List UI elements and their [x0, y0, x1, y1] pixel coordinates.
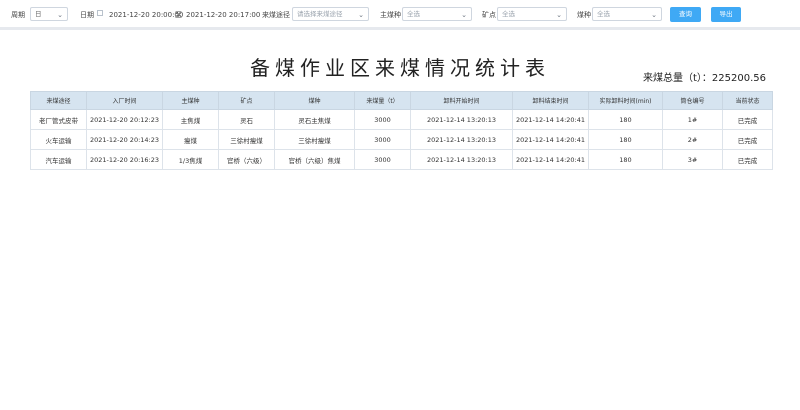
chevron-down-icon: ⌄: [57, 11, 63, 19]
type-value: 全选: [597, 10, 610, 18]
table-cell: 官桥（六级）: [218, 149, 275, 170]
col-header[interactable]: 当前状态: [722, 91, 773, 110]
table-cell: 3000: [354, 129, 411, 150]
mine-value: 全选: [502, 10, 515, 18]
coal-select[interactable]: 全选 ⌄: [402, 7, 472, 21]
route-placeholder: 请选择来煤途径: [297, 10, 343, 18]
period-label: 周期: [11, 11, 25, 19]
table-cell: 2021-12-20 20:14:23: [86, 129, 163, 150]
col-header[interactable]: 主煤种: [162, 91, 219, 110]
query-button[interactable]: 查询: [670, 7, 701, 22]
table-cell: 2021-12-14 14:20:41: [512, 149, 589, 170]
table-cell: 180: [588, 109, 663, 130]
table-cell: 老厂管式皮带: [30, 109, 87, 130]
table-cell: 2021-12-14 13:20:13: [410, 129, 513, 150]
table-row[interactable]: 火车运输 2021-12-20 20:14:23 瘦煤 三徐村瘦煤 三徐村瘦煤 …: [30, 129, 773, 150]
coal-value: 全选: [407, 10, 420, 18]
table-cell: 官桥（六级）焦煤: [274, 149, 355, 170]
route-label: 来煤途径: [262, 11, 290, 19]
table-cell: 2#: [662, 129, 723, 150]
route-select[interactable]: 请选择来煤途径 ⌄: [292, 7, 369, 21]
coal-label: 主煤种: [380, 11, 401, 19]
table-cell: 已完成: [722, 129, 773, 150]
table-cell: 三徐村瘦煤: [218, 129, 275, 150]
table-cell: 2021-12-14 13:20:13: [410, 109, 513, 130]
table-header-row: 来煤途径 入厂时间 主煤种 矿点 煤种 来煤量（t） 卸料开始时间 卸料结束时间…: [30, 91, 773, 110]
table-cell: 瘦煤: [162, 129, 219, 150]
chevron-down-icon: ⌄: [358, 11, 364, 19]
table-cell: 主焦煤: [162, 109, 219, 130]
date-separator: 至: [175, 11, 182, 19]
col-header[interactable]: 煤种: [274, 91, 355, 110]
mine-label: 矿点: [482, 11, 496, 19]
period-select[interactable]: 日 ⌄: [30, 7, 68, 21]
table-cell: 三徐村瘦煤: [274, 129, 355, 150]
table-cell: 3000: [354, 109, 411, 130]
divider: [0, 27, 800, 30]
table-cell: 1#: [662, 109, 723, 130]
table-cell: 2021-12-20 20:16:23: [86, 149, 163, 170]
col-header[interactable]: 来煤量（t）: [354, 91, 411, 110]
table-cell: 灵石主焦煤: [274, 109, 355, 130]
table-cell: 2021-12-20 20:12:23: [86, 109, 163, 130]
table-cell: 2021-12-14 14:20:41: [512, 129, 589, 150]
table-cell: 180: [588, 149, 663, 170]
coal-report-table: 来煤途径 入厂时间 主煤种 矿点 煤种 来煤量（t） 卸料开始时间 卸料结束时间…: [30, 91, 773, 170]
chevron-down-icon: ⌄: [556, 11, 562, 19]
table-cell: 汽车运输: [30, 149, 87, 170]
mine-select[interactable]: 全选 ⌄: [497, 7, 567, 21]
total-amount: 来煤总量（t）：225200.56: [643, 73, 766, 84]
type-select[interactable]: 全选 ⌄: [592, 7, 662, 21]
table-row[interactable]: 老厂管式皮带 2021-12-20 20:12:23 主焦煤 灵石 灵石主焦煤 …: [30, 109, 773, 130]
col-header[interactable]: 入厂时间: [86, 91, 163, 110]
col-header[interactable]: 实际卸料时间(min): [588, 91, 663, 110]
table-row[interactable]: 汽车运输 2021-12-20 20:16:23 1/3焦煤 官桥（六级） 官桥…: [30, 149, 773, 170]
chevron-down-icon: ⌄: [651, 11, 657, 19]
table-cell: 已完成: [722, 149, 773, 170]
table-cell: 已完成: [722, 109, 773, 130]
col-header[interactable]: 卸料开始时间: [410, 91, 513, 110]
chevron-down-icon: ⌄: [461, 11, 467, 19]
type-label: 煤种: [577, 11, 591, 19]
table-cell: 灵石: [218, 109, 275, 130]
col-header[interactable]: 来煤途径: [30, 91, 87, 110]
col-header[interactable]: 卸料结束时间: [512, 91, 589, 110]
table-cell: 1/3焦煤: [162, 149, 219, 170]
calendar-icon: [97, 10, 103, 16]
date-label: 日期: [80, 11, 94, 19]
table-cell: 2021-12-14 13:20:13: [410, 149, 513, 170]
date-end-input[interactable]: 2021-12-20 20:17:00: [186, 9, 260, 21]
table-cell: 2021-12-14 14:20:41: [512, 109, 589, 130]
table-cell: 火车运输: [30, 129, 87, 150]
export-button[interactable]: 导出: [711, 7, 741, 22]
table-cell: 3#: [662, 149, 723, 170]
date-start-input[interactable]: 2021-12-20 20:00:00: [109, 9, 183, 21]
col-header[interactable]: 筒仓编号: [662, 91, 723, 110]
col-header[interactable]: 矿点: [218, 91, 275, 110]
period-value: 日: [35, 10, 42, 18]
table-cell: 3000: [354, 149, 411, 170]
filter-bar: 周期 日 ⌄ 日期 2021-12-20 20:00:00 至 2021-12-…: [0, 0, 800, 28]
table-cell: 180: [588, 129, 663, 150]
